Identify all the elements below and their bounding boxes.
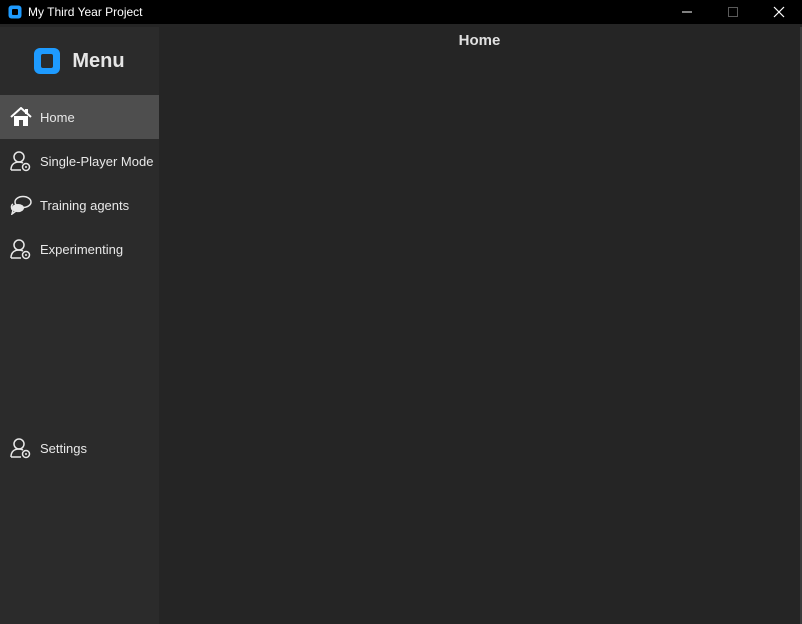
home-icon	[10, 106, 32, 128]
maximize-icon	[728, 7, 738, 17]
sidebar-item-single-player-mode[interactable]: Single-Player Mode	[0, 139, 159, 183]
sidebar: Menu Home Single-Player Mode Training ag…	[0, 27, 159, 624]
window-controls	[664, 0, 802, 24]
app-window: My Third Year Project Menu Home Single-P…	[0, 0, 802, 624]
close-icon	[773, 6, 785, 18]
title-bar[interactable]: My Third Year Project	[0, 0, 802, 24]
page-title: Home	[458, 32, 501, 49]
user-settings-icon	[10, 238, 32, 260]
window-title: My Third Year Project	[28, 5, 143, 19]
menu-title: Menu	[72, 49, 125, 72]
sidebar-item-home[interactable]: Home	[0, 95, 159, 139]
sidebar-header: Menu	[0, 27, 159, 95]
sidebar-item-label: Settings	[40, 440, 87, 456]
sidebar-item-label: Single-Player Mode	[40, 153, 154, 169]
user-settings-icon	[10, 437, 32, 459]
sidebar-nav: Home Single-Player Mode Training agents …	[0, 95, 159, 271]
maximize-button[interactable]	[710, 0, 756, 24]
sidebar-item-training-agents[interactable]: Training agents	[0, 183, 159, 227]
sidebar-item-label: Home	[40, 109, 75, 125]
close-button[interactable]	[756, 0, 802, 24]
main-content: Home	[159, 27, 800, 624]
app-logo-icon	[8, 5, 22, 19]
user-settings-icon	[10, 150, 32, 172]
app-logo-icon	[34, 48, 61, 74]
minimize-icon	[682, 11, 692, 13]
sidebar-item-label: Training agents	[40, 197, 130, 213]
settings-area: Settings	[0, 426, 159, 470]
sidebar-item-label: Experimenting	[40, 241, 124, 257]
chat-bubbles-icon	[10, 194, 32, 216]
sidebar-item-experimenting[interactable]: Experimenting	[0, 227, 159, 271]
minimize-button[interactable]	[664, 0, 710, 24]
sidebar-item-settings[interactable]: Settings	[0, 426, 159, 470]
